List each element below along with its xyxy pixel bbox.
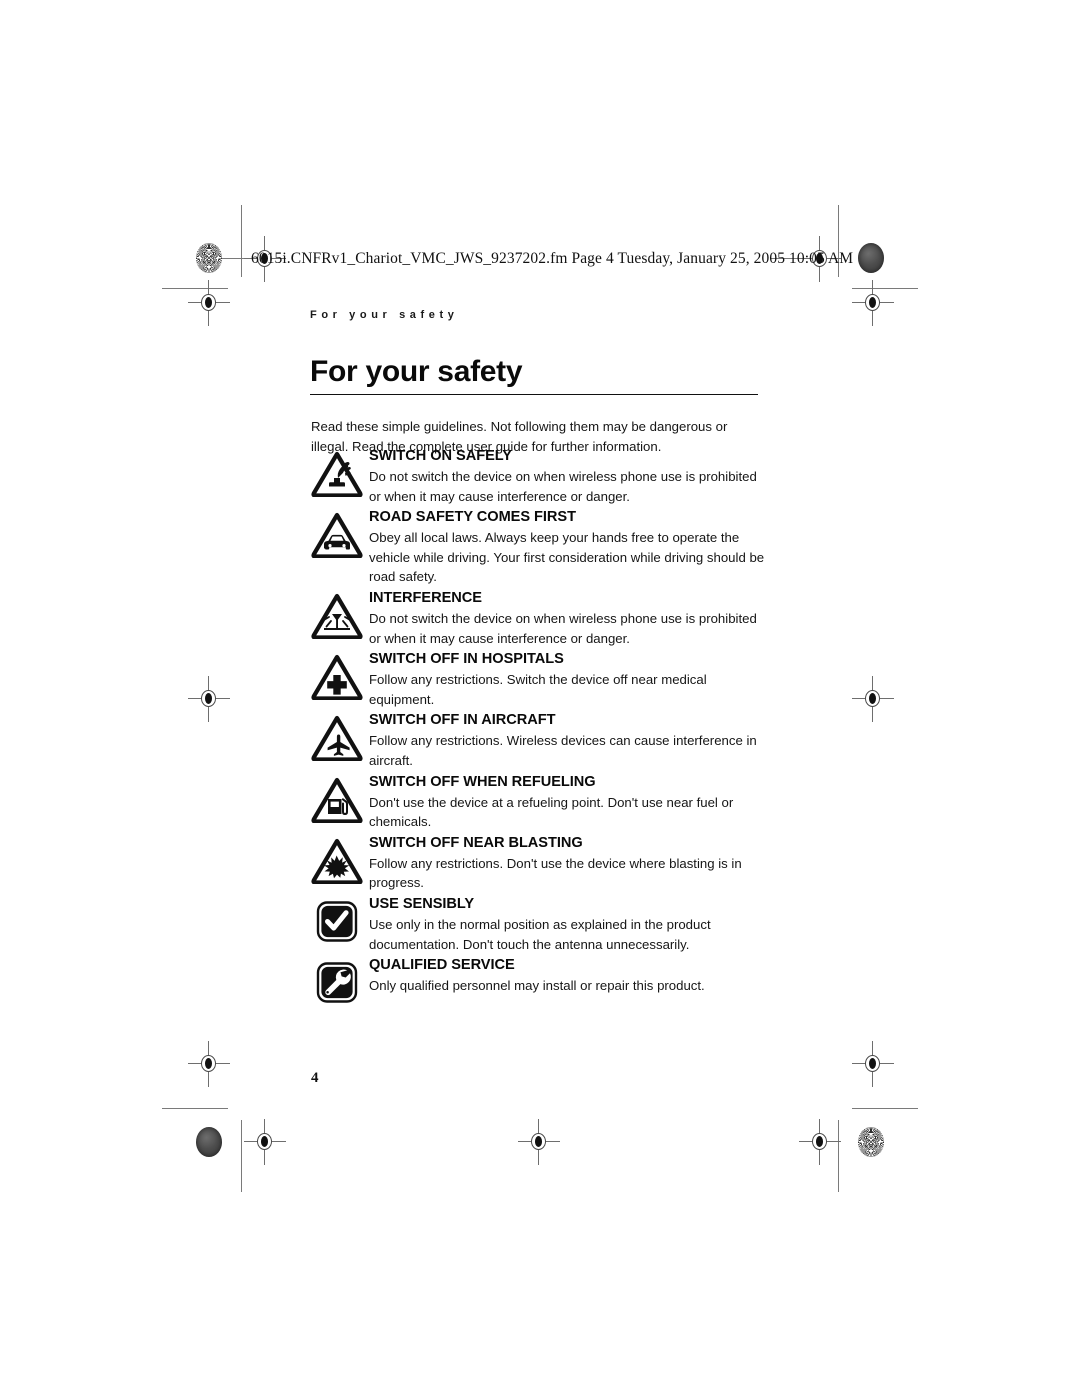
- guideline-heading: QUALIFIED SERVICE: [369, 957, 515, 974]
- list-item: INTERFERENCE Do not switch the device on…: [311, 589, 771, 648]
- warning-triangle-blast-explosion-icon: [311, 838, 369, 890]
- guideline-content: ROAD SAFETY COMES FIRST Obey all local l…: [369, 508, 771, 587]
- registration-crosshair-bottom-center: [518, 1119, 560, 1165]
- guideline-content: SWITCH OFF IN AIRCRAFT Follow any restri…: [369, 711, 771, 770]
- list-item: SWITCH ON SAFELY Do not switch the devic…: [311, 447, 771, 506]
- registration-crosshair-bottom-left-inner: [244, 1119, 286, 1165]
- registration-crosshair-left-middle: [188, 676, 230, 722]
- warning-triangle-hand-switch-icon: [311, 451, 369, 503]
- guideline-text: Do not switch the device on when wireles…: [369, 610, 757, 646]
- fm-header-rule-left: [222, 258, 252, 259]
- guideline-heading: SWITCH ON SAFELY: [369, 448, 512, 464]
- guideline-content: QUALIFIED SERVICE Only qualified personn…: [369, 956, 771, 996]
- list-item: SWITCH OFF IN AIRCRAFT Follow any restri…: [311, 711, 771, 770]
- trim-line-horizontal-left-bottom: [162, 1108, 228, 1109]
- guideline-text: Follow any restrictions. Don't use the d…: [369, 855, 742, 891]
- guideline-heading: USE SENSIBLY: [369, 895, 475, 912]
- guideline-content: INTERFERENCE Do not switch the device on…: [369, 589, 771, 648]
- warning-triangle-interference-antenna-icon: [311, 593, 369, 645]
- trim-line-vertical-left-top: [241, 205, 242, 277]
- trim-line-vertical-right-bottom: [838, 1120, 839, 1192]
- registration-crosshair-right-upper: [852, 280, 894, 326]
- guideline-text: Follow any restrictions. Switch the devi…: [369, 672, 707, 707]
- guideline-content: SWITCH ON SAFELY Do not switch the devic…: [369, 447, 771, 506]
- guideline-content: SWITCH OFF NEAR BLASTING Follow any rest…: [369, 834, 771, 893]
- page-title: For your safety: [310, 355, 758, 396]
- registration-star-patch-top-left: [196, 243, 222, 273]
- list-item: QUALIFIED SERVICE Only qualified personn…: [311, 956, 771, 1012]
- list-item: SWITCH OFF IN HOSPITALS Follow any restr…: [311, 650, 771, 709]
- registration-density-patch-top-right: [858, 243, 884, 273]
- frame-file-header: 6015i.CNFRv1_Chariot_VMC_JWS_9237202.fm …: [251, 250, 854, 267]
- registration-star-patch-bottom-right: [858, 1127, 884, 1157]
- guideline-heading: SWITCH OFF IN HOSPITALS: [369, 651, 564, 668]
- guideline-text: Do not switch the device on when wireles…: [369, 469, 757, 504]
- warning-triangle-car-icon: [311, 512, 369, 564]
- guideline-heading: ROAD SAFETY COMES FIRST: [369, 509, 576, 526]
- guideline-text: Follow any restrictions. Wireless device…: [369, 733, 757, 768]
- guideline-heading: SWITCH OFF NEAR BLASTING: [369, 834, 583, 851]
- registration-crosshair-bottom-right-inner: [799, 1119, 841, 1165]
- trim-line-vertical-left-bottom: [241, 1120, 242, 1192]
- guideline-text: Obey all local laws. Always keep your ha…: [369, 530, 765, 585]
- trim-line-horizontal-right-bottom: [852, 1108, 918, 1109]
- guideline-heading: SWITCH OFF IN AIRCRAFT: [369, 712, 556, 729]
- registration-density-patch-bottom-left: [196, 1127, 222, 1157]
- guideline-content: SWITCH OFF WHEN REFUELING Don't use the …: [369, 773, 771, 832]
- rounded-square-wrench-icon: [311, 960, 369, 1012]
- guideline-text: Use only in the normal position as expla…: [369, 916, 711, 952]
- registration-crosshair-left-lower: [188, 1041, 230, 1087]
- safety-guidelines-list: SWITCH ON SAFELY Do not switch the devic…: [311, 447, 771, 1014]
- running-header: For your safety: [310, 309, 459, 321]
- warning-triangle-hospital-cross-icon: [311, 654, 369, 706]
- warning-triangle-fuel-pump-icon: [311, 777, 369, 829]
- list-item: ROAD SAFETY COMES FIRST Obey all local l…: [311, 508, 771, 587]
- guideline-heading: INTERFERENCE: [369, 589, 482, 606]
- warning-triangle-aircraft-icon: [311, 715, 369, 767]
- registration-crosshair-left-upper: [188, 280, 230, 326]
- list-item: SWITCH OFF WHEN REFUELING Don't use the …: [311, 773, 771, 832]
- guideline-text: Don't use the device at a refueling poin…: [369, 794, 734, 830]
- list-item: SWITCH OFF NEAR BLASTING Follow any rest…: [311, 834, 771, 893]
- guideline-content: USE SENSIBLY Use only in the normal posi…: [369, 895, 771, 954]
- registration-crosshair-right-middle: [852, 676, 894, 722]
- guideline-content: SWITCH OFF IN HOSPITALS Follow any restr…: [369, 650, 771, 709]
- guideline-text: Only qualified personnel may install or …: [369, 978, 705, 994]
- guideline-heading: SWITCH OFF WHEN REFUELING: [369, 773, 596, 790]
- page-number: 4: [311, 1070, 319, 1086]
- rounded-square-checkmark-icon: [311, 899, 369, 951]
- trim-line-horizontal-left-top: [162, 288, 228, 289]
- registration-crosshair-right-lower: [852, 1041, 894, 1087]
- list-item: USE SENSIBLY Use only in the normal posi…: [311, 895, 771, 954]
- trim-line-horizontal-right-top: [852, 288, 918, 289]
